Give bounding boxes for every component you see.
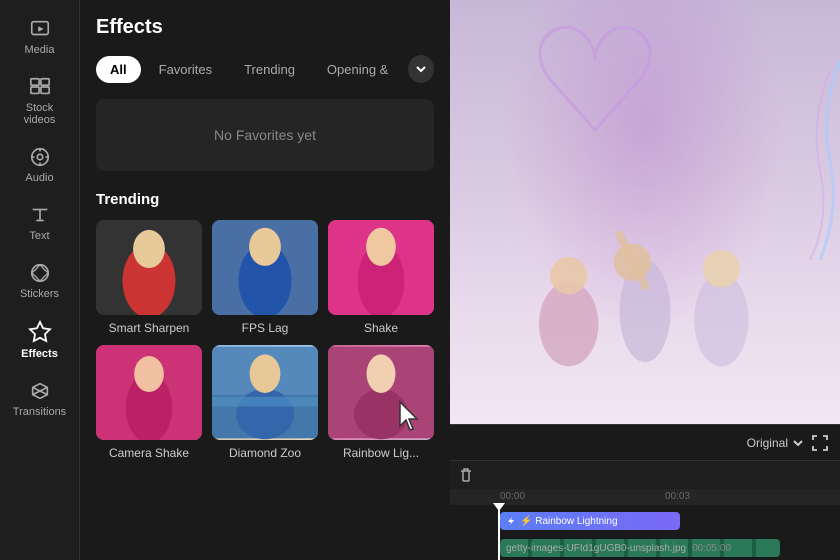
clip-photo[interactable]: getty-images-UFId1gUGB0-unsplash.jpg 00:… xyxy=(500,539,780,557)
original-label: Original xyxy=(747,436,788,450)
effect-item-smart-sharpen[interactable]: Smart Sharpen xyxy=(96,220,202,335)
clip-rainbow-label: ⚡ Rainbow Lightning xyxy=(520,516,618,527)
filter-tabs: All Favorites Trending Opening & xyxy=(96,55,434,83)
effect-item-rainbow-lig[interactable]: Rainbow Lig... xyxy=(328,345,434,460)
sidebar-item-label: Audio xyxy=(25,172,53,184)
effect-item-shake[interactable]: Shake xyxy=(328,220,434,335)
track-rainbow-lightning: ⚡ Rainbow Lightning xyxy=(500,509,790,533)
stock-videos-icon xyxy=(29,76,51,98)
effect-thumb-camera-shake xyxy=(96,345,202,440)
effect-thumb-shake xyxy=(328,220,434,315)
media-icon xyxy=(29,18,51,40)
ribbon-decoration xyxy=(760,60,840,260)
sidebar-item-label: Stickers xyxy=(20,288,59,300)
text-icon xyxy=(29,204,51,226)
effect-label-rainbow-lig: Rainbow Lig... xyxy=(328,446,434,460)
time-ruler: 00:00 00:03 xyxy=(450,489,840,505)
tab-trending[interactable]: Trending xyxy=(230,56,309,83)
effect-thumb-diamond-zoo xyxy=(212,345,318,440)
effects-icon xyxy=(28,320,52,344)
right-panel: Original xyxy=(450,0,840,560)
effect-label-camera-shake: Camera Shake xyxy=(96,446,202,460)
sidebar-item-stickers[interactable]: Stickers xyxy=(0,252,79,310)
main-content: Effects All Favorites Trending Opening &… xyxy=(80,0,840,560)
effect-item-diamond-zoo[interactable]: Diamond Zoo xyxy=(212,345,318,460)
controls-bar: Original xyxy=(450,424,840,460)
lightning-icon xyxy=(506,516,516,526)
rainbow-lig-preview xyxy=(328,345,434,440)
audio-icon xyxy=(29,146,51,168)
trending-section-title: Trending xyxy=(96,191,434,208)
preview-area xyxy=(450,0,840,424)
shake-preview xyxy=(328,220,434,315)
time-marker-0: 00:00 xyxy=(500,491,525,502)
clip-rainbow-lightning[interactable]: ⚡ Rainbow Lightning xyxy=(500,512,680,530)
sidebar-item-audio[interactable]: Audio xyxy=(0,136,79,194)
effect-thumb-rainbow-lig xyxy=(328,345,434,440)
sidebar-item-transitions[interactable]: Transitions xyxy=(0,370,79,428)
chevron-down-icon xyxy=(415,63,427,75)
track-photo: getty-images-UFId1gUGB0-unsplash.jpg 00:… xyxy=(500,536,790,560)
effect-thumb-fps-lag xyxy=(212,220,318,315)
fullscreen-button[interactable] xyxy=(812,435,828,451)
no-favorites-text: No Favorites yet xyxy=(214,127,316,143)
smart-sharpen-preview xyxy=(96,220,202,315)
delete-icon[interactable] xyxy=(458,467,474,483)
camera-shake-preview xyxy=(96,345,202,440)
timeline: 00:00 00:03 ⚡ Rainb xyxy=(450,460,840,560)
sidebar: Media Stock videos Audio Text xyxy=(0,0,80,560)
timeline-toolbar xyxy=(450,461,840,489)
tabs-more-button[interactable] xyxy=(408,55,434,83)
clip-photo-duration: 00:05:00 xyxy=(692,543,731,554)
tab-favorites[interactable]: Favorites xyxy=(145,56,226,83)
main-row: Effects All Favorites Trending Opening &… xyxy=(80,0,840,560)
clip-photo-label: getty-images-UFId1gUGB0-unsplash.jpg xyxy=(506,543,686,554)
playhead xyxy=(498,505,500,560)
chevron-down-icon xyxy=(792,437,804,449)
effect-label-shake: Shake xyxy=(328,321,434,335)
timeline-tracks: ⚡ Rainbow Lightning getty-images-UFId1gU… xyxy=(450,505,840,560)
effect-item-camera-shake[interactable]: Camera Shake xyxy=(96,345,202,460)
diamond-zoo-preview xyxy=(212,345,318,440)
effect-item-fps-lag[interactable]: FPS Lag xyxy=(212,220,318,335)
effect-thumb-smart-sharpen xyxy=(96,220,202,315)
sidebar-item-label: Stock videos xyxy=(24,102,56,126)
fps-lag-preview xyxy=(212,220,318,315)
effects-grid: Smart Sharpen FPS Lag xyxy=(96,220,434,460)
sidebar-item-media[interactable]: Media xyxy=(0,8,79,66)
sidebar-item-label: Media xyxy=(25,44,55,56)
sidebar-item-stock-videos[interactable]: Stock videos xyxy=(0,66,79,136)
no-favorites-box: No Favorites yet xyxy=(96,99,434,171)
sidebar-item-text[interactable]: Text xyxy=(0,194,79,252)
preview-bg xyxy=(450,0,840,424)
effect-label-smart-sharpen: Smart Sharpen xyxy=(96,321,202,335)
sidebar-item-effects[interactable]: Effects xyxy=(0,310,79,370)
effect-label-fps-lag: FPS Lag xyxy=(212,321,318,335)
effects-panel: Effects All Favorites Trending Opening &… xyxy=(80,0,450,560)
sidebar-item-label: Transitions xyxy=(13,406,66,418)
tab-all[interactable]: All xyxy=(96,56,141,83)
playhead-head xyxy=(493,503,505,511)
time-marker-3: 00:03 xyxy=(665,491,690,502)
original-button[interactable]: Original xyxy=(747,436,804,450)
transitions-icon xyxy=(29,380,51,402)
sidebar-item-label: Effects xyxy=(21,348,58,360)
effect-label-diamond-zoo: Diamond Zoo xyxy=(212,446,318,460)
stickers-icon xyxy=(29,262,51,284)
heart-decoration xyxy=(480,10,710,190)
sidebar-item-label: Text xyxy=(29,230,49,242)
page-title: Effects xyxy=(96,16,434,39)
tab-opening[interactable]: Opening & xyxy=(313,56,402,83)
fullscreen-icon xyxy=(812,435,828,451)
